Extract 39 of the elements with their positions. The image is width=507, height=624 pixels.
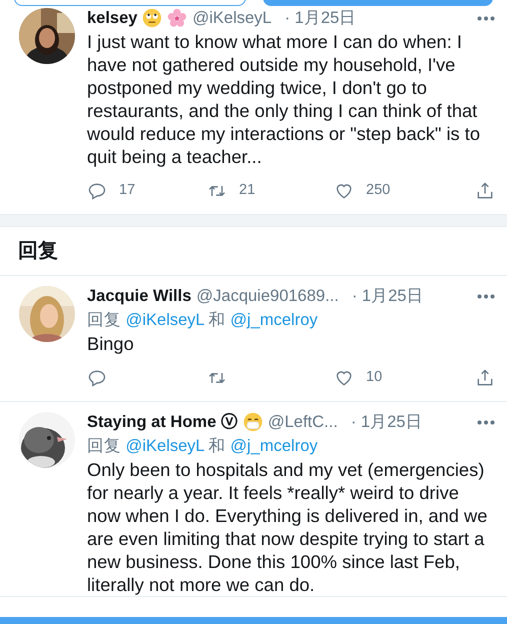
share-button[interactable] [475, 368, 495, 388]
action-count: 17 [119, 181, 136, 200]
mention-link[interactable]: @j_mcelroy [230, 437, 318, 455]
tweet-text: Bingo [87, 332, 135, 355]
more-icon[interactable] [477, 16, 495, 20]
tweet-date[interactable]: · 1月25日 [284, 6, 356, 30]
user-name[interactable]: kelsey [87, 6, 138, 30]
tweet-date[interactable]: · 1月25日 [350, 410, 422, 434]
tweet-text: I just want to know what more I can do when: I have not gathered outside my household, I've postponed my wedding twice, I don't go to restaurants, and the only thing I can think of that would reduce my interactions or "step back" is to quit being a teacher... [87, 30, 482, 168]
action-count: 21 [239, 181, 256, 200]
reply-button[interactable]: 17 [87, 180, 207, 202]
like-button[interactable]: 10 [334, 367, 382, 389]
tweet-text: Only been to hospitals and my vet (emergencies) for nearly a year. It feels *really* weird to drive now when I do. Everything is delivered in, and we are even limiting that now despite trying to start a new business. Done this 100% since last Feb, literally not more we can do. [87, 458, 488, 596]
share-icon [475, 181, 495, 201]
reply-to-line: 回复 @iKelseyL 和 @j_mcelroy [87, 310, 319, 331]
reply-icon [87, 368, 107, 388]
reply-icon [87, 181, 107, 201]
user-name[interactable]: Jacquie Wills [87, 284, 192, 308]
share-icon [475, 368, 495, 388]
user-handle[interactable]: @LeftC... [268, 410, 338, 434]
action-count: 250 [366, 181, 390, 200]
mention-link[interactable]: @iKelseyL [126, 437, 204, 455]
rolling-eyes-face-icon [142, 8, 162, 28]
like-button[interactable]: 250 [334, 180, 390, 202]
section-heading: 回复 [0, 227, 507, 276]
more-icon[interactable] [477, 420, 495, 424]
mention-link[interactable]: @j_mcelroy [230, 311, 318, 329]
more-icon[interactable] [477, 294, 495, 298]
mask-face-icon [242, 412, 263, 432]
action-count: 10 [366, 368, 382, 388]
user-name[interactable]: Staying at Home ⓥ [87, 410, 238, 434]
user-handle[interactable]: @iKelseyL [192, 6, 272, 30]
share-button[interactable] [475, 181, 495, 201]
blossom-icon [167, 8, 188, 28]
retweet-button[interactable]: 21 [207, 180, 334, 202]
tweet-date[interactable]: · 1月25日 [352, 284, 424, 308]
user-handle[interactable]: @Jacquie901689... [196, 284, 339, 308]
reply-to-line: 回复 @iKelseyL 和 @j_mcelroy [87, 436, 319, 457]
mention-link[interactable]: @iKelseyL [126, 311, 204, 329]
